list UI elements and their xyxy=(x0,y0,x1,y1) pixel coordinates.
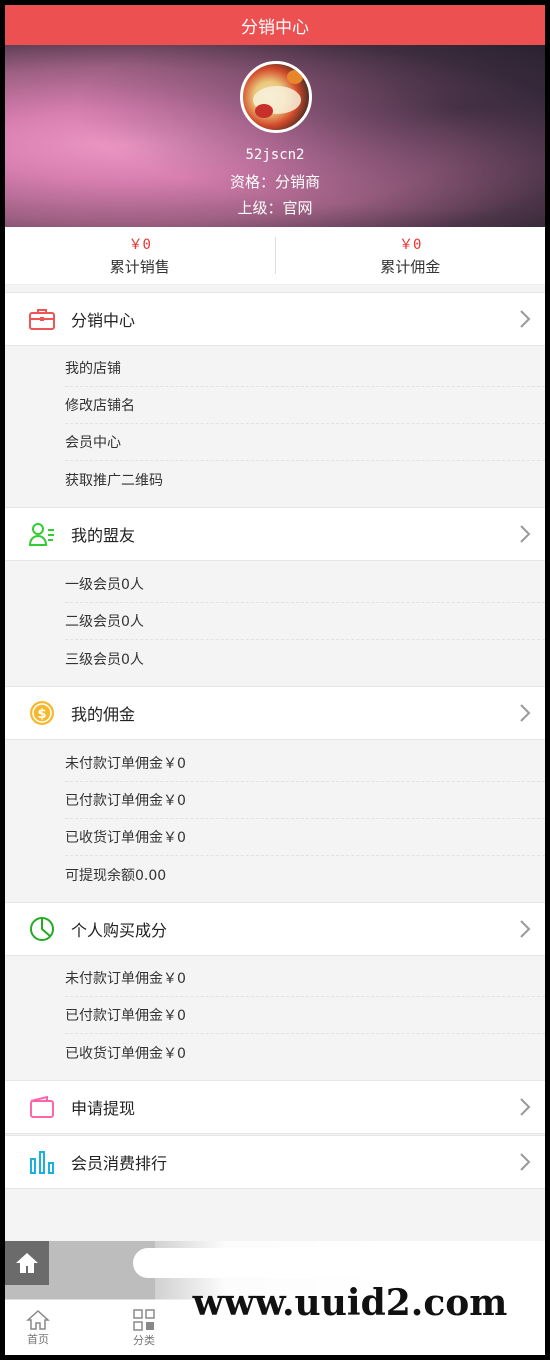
section-title: 会员消费排行 xyxy=(71,1154,168,1173)
list-item[interactable]: 已收货订单佣金￥0 xyxy=(65,1034,545,1071)
coin-icon: $ xyxy=(27,698,57,728)
watermark: www.uuid2.com xyxy=(155,1241,545,1355)
sub-list: 一级会员0人 二级会员0人 三级会员0人 xyxy=(5,566,545,677)
list-item[interactable]: 获取推广二维码 xyxy=(65,461,545,498)
briefcase-icon xyxy=(27,304,57,334)
sub-list: 未付款订单佣金￥0 已付款订单佣金￥0 已收货订单佣金￥0 xyxy=(5,960,545,1071)
stat-label: 累计佣金 xyxy=(380,258,441,276)
chevron-right-icon xyxy=(505,1152,545,1172)
list-item[interactable]: 已收货订单佣金￥0 xyxy=(65,819,545,856)
section-title: 申请提现 xyxy=(71,1099,136,1118)
home-icon xyxy=(16,1253,38,1273)
app-frame: 分销中心 52jscn2 资格：分销商 上级：官网 ￥0 累计销售 ￥0 累计佣… xyxy=(5,5,545,1355)
stat-value: ￥0 xyxy=(399,237,422,253)
list-item[interactable]: 已付款订单佣金￥0 xyxy=(65,997,545,1034)
qualification: 资格：分销商 xyxy=(229,173,320,191)
tab-label: 首页 xyxy=(27,1332,49,1346)
top-bar: 分销中心 xyxy=(5,5,545,45)
chevron-right-icon xyxy=(505,1097,545,1117)
sub-list: 我的店铺 修改店铺名 会员中心 获取推广二维码 xyxy=(5,350,545,498)
svg-text:$: $ xyxy=(37,707,46,722)
page-title: 分销中心 xyxy=(241,17,309,38)
home-icon xyxy=(26,1309,50,1330)
sub-list: 未付款订单佣金￥0 已付款订单佣金￥0 已收货订单佣金￥0 可提现余额0.00 xyxy=(5,745,545,893)
watermark-text: www.uuid2.com xyxy=(192,1282,508,1324)
stat-total-commission[interactable]: ￥0 累计佣金 xyxy=(276,227,546,284)
home-button[interactable] xyxy=(5,1241,49,1285)
superior: 上级：官网 xyxy=(237,199,313,217)
list-item[interactable]: 已付款订单佣金￥0 xyxy=(65,782,545,819)
list-item[interactable]: 我的店铺 xyxy=(65,350,545,387)
section-my-allies[interactable]: 我的盟友 xyxy=(5,507,545,561)
section-personal-purchase[interactable]: 个人购买成分 xyxy=(5,902,545,956)
chevron-right-icon xyxy=(505,703,545,723)
section-title: 我的盟友 xyxy=(71,526,136,545)
section-title: 我的佣金 xyxy=(71,705,136,724)
section-apply-withdraw[interactable]: 申请提现 xyxy=(5,1080,545,1134)
stat-total-sales[interactable]: ￥0 累计销售 xyxy=(5,227,275,284)
section-my-commission[interactable]: $ 我的佣金 xyxy=(5,686,545,740)
section-title: 分销中心 xyxy=(71,311,136,330)
stat-label: 累计销售 xyxy=(109,258,170,276)
section-distribution-center[interactable]: 分销中心 xyxy=(5,292,545,346)
bottom-area: 首页 分类 www.uuid2.com xyxy=(5,1241,545,1355)
list-item[interactable]: 未付款订单佣金￥0 xyxy=(65,745,545,782)
friends-icon xyxy=(27,519,57,549)
tab-home[interactable]: 首页 xyxy=(5,1300,71,1355)
list-item[interactable]: 可提现余额0.00 xyxy=(65,856,545,893)
stat-value: ￥0 xyxy=(128,237,151,253)
grid-icon xyxy=(133,1308,155,1331)
chevron-right-icon xyxy=(505,919,545,939)
list-item[interactable]: 二级会员0人 xyxy=(65,603,545,640)
chevron-right-icon xyxy=(505,524,545,544)
chevron-right-icon xyxy=(505,309,545,329)
avatar[interactable] xyxy=(240,61,312,133)
list-item[interactable]: 三级会员0人 xyxy=(65,640,545,677)
wallet-icon xyxy=(27,1092,57,1122)
pie-chart-icon xyxy=(27,914,57,944)
profile-banner: 52jscn2 资格：分销商 上级：官网 xyxy=(5,45,545,227)
list-item[interactable]: 未付款订单佣金￥0 xyxy=(65,960,545,997)
list-item[interactable]: 一级会员0人 xyxy=(65,566,545,603)
username: 52jscn2 xyxy=(245,147,305,163)
bar-chart-icon xyxy=(27,1147,57,1177)
section-title: 个人购买成分 xyxy=(71,921,168,940)
tab-label: 分类 xyxy=(133,1333,155,1347)
list-item[interactable]: 修改店铺名 xyxy=(65,387,545,424)
list-item[interactable]: 会员中心 xyxy=(65,424,545,461)
section-member-ranking[interactable]: 会员消费排行 xyxy=(5,1135,545,1189)
stats-bar: ￥0 累计销售 ￥0 累计佣金 xyxy=(5,227,545,285)
